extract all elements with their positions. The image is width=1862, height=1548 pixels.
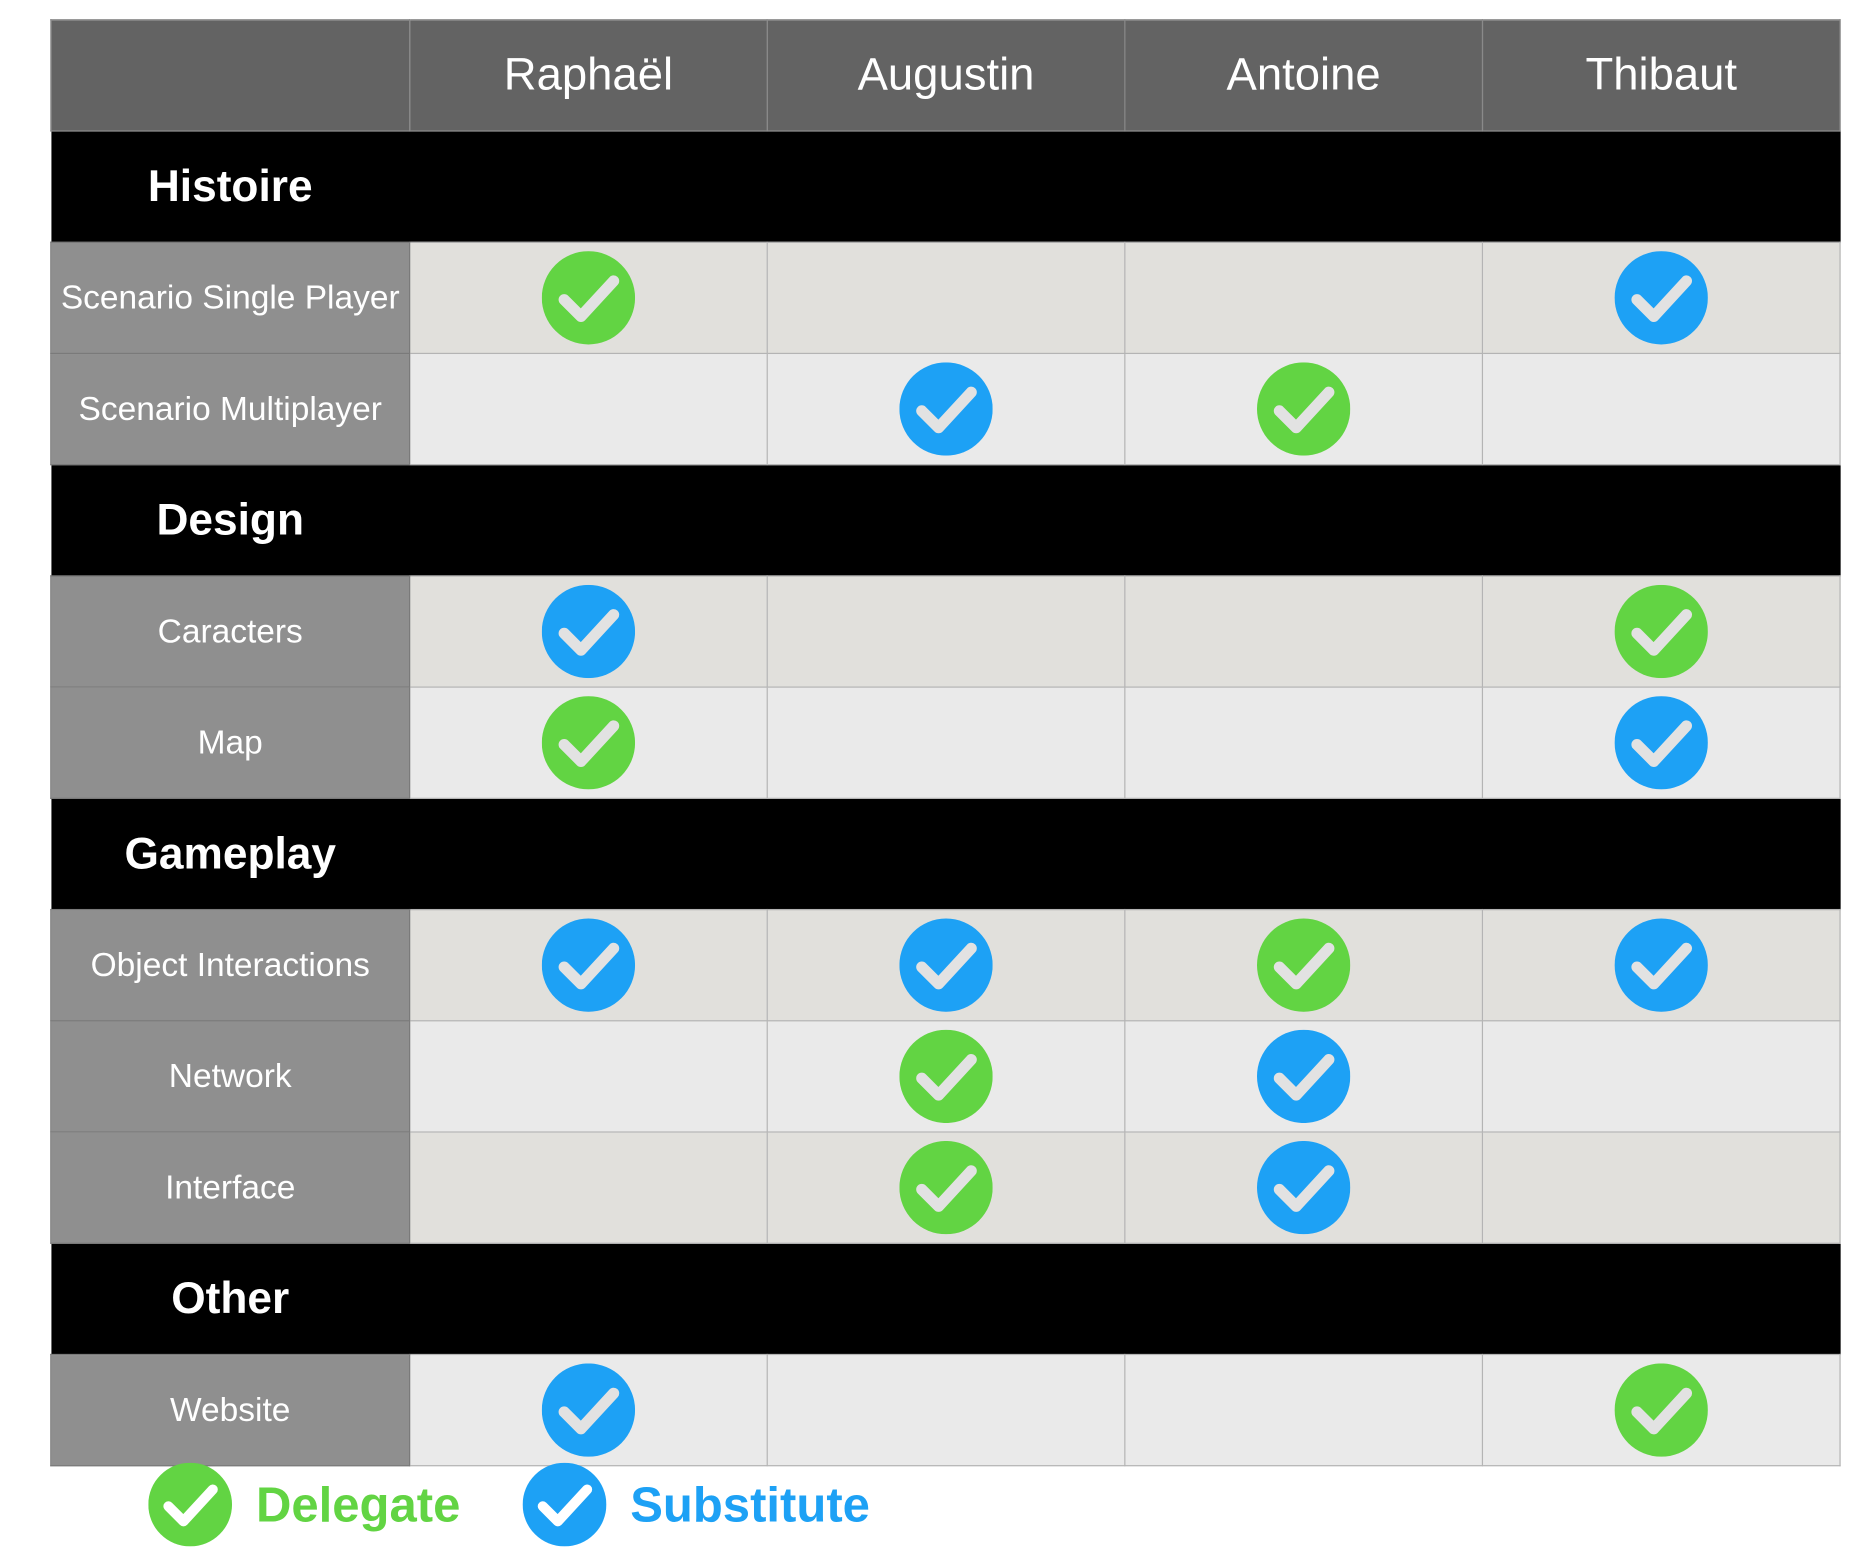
assignment-table: Raphaël Augustin Antoine Thibaut Histoir… — [50, 19, 1841, 1467]
section-cell: Other — [50, 1243, 1841, 1355]
assignment-cell — [409, 352, 768, 466]
column-header: Antoine — [1124, 19, 1484, 132]
column-header: Augustin — [766, 19, 1126, 132]
table-row: Scenario Single Player — [50, 241, 1841, 355]
green-check-icon — [148, 1462, 233, 1547]
assignment-cell — [1481, 575, 1841, 688]
row-label: Scenario Multiplayer — [50, 352, 411, 466]
assignment-cell — [766, 1020, 1126, 1133]
assignment-chart: Raphaël Augustin Antoine Thibaut Histoir… — [0, 0, 1862, 1547]
blue-check-icon — [541, 1363, 636, 1457]
legend-item-delegate: Delegate — [148, 1462, 461, 1547]
assignment-cell — [409, 908, 768, 1022]
assignment-cell — [409, 1353, 768, 1467]
assignment-cell — [1481, 1353, 1841, 1467]
row-label: Interface — [50, 1131, 411, 1244]
assignment-cell — [1124, 908, 1484, 1022]
section-row: Design — [50, 464, 1841, 576]
header-row: Raphaël Augustin Antoine Thibaut — [50, 19, 1841, 132]
section-title: Design — [156, 495, 304, 545]
green-check-icon — [899, 1140, 993, 1235]
blue-check-icon — [1256, 1029, 1351, 1124]
section-title: Gameplay — [124, 828, 337, 878]
table-row: Network — [50, 1020, 1841, 1133]
blue-check-icon — [1256, 1140, 1351, 1235]
row-label: Scenario Single Player — [50, 241, 411, 355]
table-row: Caracters — [50, 575, 1841, 688]
assignment-cell — [766, 908, 1126, 1022]
green-check-icon — [541, 696, 636, 790]
section-cell: Design — [50, 464, 1841, 576]
assignment-cell — [1481, 352, 1841, 466]
legend-item-substitute: Substitute — [522, 1462, 870, 1547]
legend-label: Substitute — [630, 1476, 870, 1532]
assignment-cell — [1124, 1131, 1484, 1244]
legend: Delegate Substitute — [148, 1462, 932, 1548]
assignment-cell — [1481, 1131, 1841, 1244]
table-row: Map — [50, 686, 1841, 799]
green-check-icon — [1256, 362, 1351, 456]
green-check-icon — [1614, 1363, 1708, 1457]
blue-check-icon — [899, 918, 993, 1012]
assignment-cell — [409, 1131, 768, 1244]
assignment-cell — [766, 686, 1126, 799]
table-row: Website — [50, 1353, 1841, 1467]
assignment-cell — [766, 575, 1126, 688]
assignment-cell — [409, 686, 768, 799]
section-title: Histoire — [147, 161, 313, 211]
assignment-cell — [766, 352, 1126, 466]
assignment-cell — [409, 241, 768, 355]
assignment-cell — [1481, 1020, 1841, 1133]
table-row: Scenario Multiplayer — [50, 352, 1841, 466]
row-label: Map — [50, 686, 411, 799]
blue-check-icon — [1614, 918, 1708, 1012]
assignment-cell — [409, 575, 768, 688]
legend-label: Delegate — [255, 1476, 461, 1532]
assignment-cell — [1124, 575, 1484, 688]
row-label: Object Interactions — [50, 908, 411, 1022]
section-row: Histoire — [50, 130, 1841, 243]
assignment-cell — [1124, 686, 1484, 799]
section-cell: Gameplay — [50, 798, 1841, 910]
blue-check-icon — [1614, 251, 1708, 345]
assignment-cell — [1481, 241, 1841, 355]
column-header: Raphaël — [409, 19, 768, 132]
assignment-cell — [766, 1131, 1126, 1244]
assignment-cell — [1124, 1353, 1484, 1467]
section-row: Other — [50, 1243, 1841, 1355]
green-check-icon — [1256, 918, 1351, 1012]
blue-check-icon — [541, 918, 636, 1012]
green-check-icon — [1614, 584, 1708, 679]
blue-check-icon — [1614, 696, 1708, 790]
column-header: Thibaut — [1481, 19, 1841, 132]
table-row: Interface — [50, 1131, 1841, 1244]
blue-check-icon — [541, 584, 636, 679]
row-label: Network — [50, 1020, 411, 1133]
assignment-cell — [1124, 1020, 1484, 1133]
row-label: Caracters — [50, 575, 411, 688]
section-cell: Histoire — [50, 130, 1841, 243]
section-row: Gameplay — [50, 798, 1841, 910]
assignment-cell — [1481, 908, 1841, 1022]
blue-check-icon — [899, 362, 993, 456]
green-check-icon — [541, 251, 636, 345]
blue-check-icon — [522, 1462, 607, 1547]
assignment-cell — [766, 241, 1126, 355]
assignment-cell — [409, 1020, 768, 1133]
assignment-cell — [1481, 686, 1841, 799]
assignment-cell — [766, 1353, 1126, 1467]
header-corner — [50, 19, 411, 132]
green-check-icon — [899, 1029, 993, 1124]
section-title: Other — [171, 1273, 290, 1323]
row-label: Website — [50, 1353, 411, 1467]
assignment-cell — [1124, 352, 1484, 466]
assignment-cell — [1124, 241, 1484, 355]
table-row: Object Interactions — [50, 908, 1841, 1022]
